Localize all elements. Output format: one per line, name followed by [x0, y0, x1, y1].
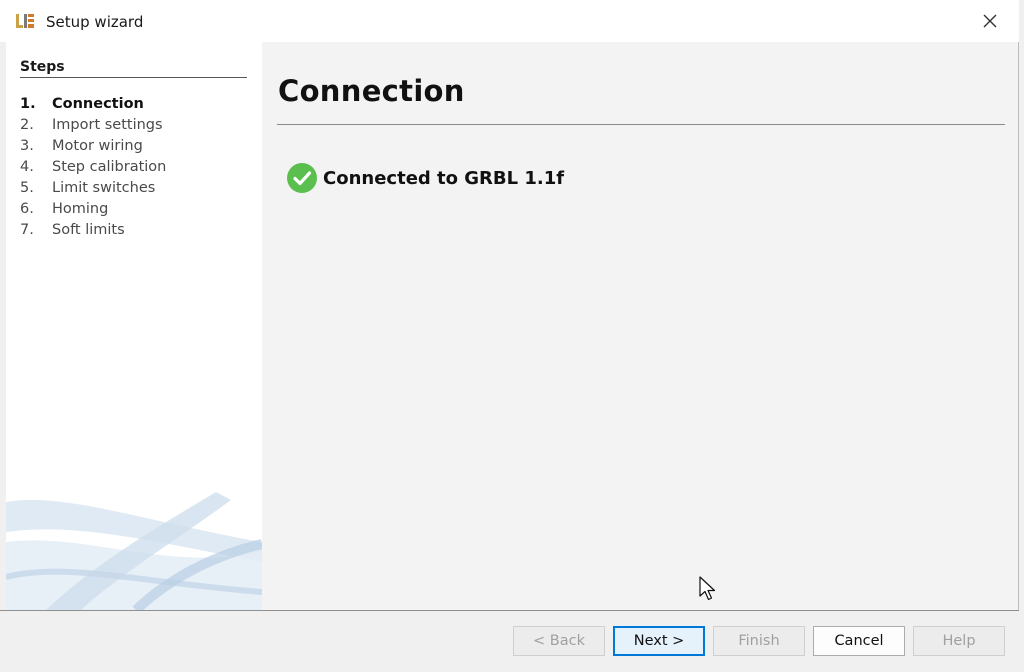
connection-status-text: Connected to GRBL 1.1f	[323, 167, 565, 189]
cancel-button[interactable]: Cancel	[813, 626, 905, 656]
back-button[interactable]: < Back	[513, 626, 605, 656]
finish-button[interactable]: Finish	[713, 626, 805, 656]
main-content: Connection Connected to GRBL 1.1f	[262, 42, 1018, 610]
next-button[interactable]: Next >	[613, 626, 705, 656]
close-button[interactable]	[977, 8, 1003, 34]
step-item-soft-limits: 7. Soft limits	[20, 222, 166, 243]
sidebar-decoration-swoosh	[6, 492, 262, 610]
title-divider	[277, 124, 1005, 125]
step-number: 7.	[20, 222, 34, 238]
step-number: 1.	[20, 96, 36, 112]
lightburn-logo-icon	[16, 14, 34, 28]
step-label: Limit switches	[52, 180, 156, 196]
step-item-limit-switches: 5. Limit switches	[20, 180, 166, 201]
step-number: 4.	[20, 159, 34, 175]
step-number: 3.	[20, 138, 34, 154]
setup-wizard-window: Setup wizard Steps 1. Connection 2. Impo…	[0, 0, 1019, 670]
close-icon	[983, 14, 997, 28]
step-item-homing: 6. Homing	[20, 201, 166, 222]
step-number: 2.	[20, 117, 34, 133]
step-label: Homing	[52, 201, 109, 217]
step-label: Soft limits	[52, 222, 125, 238]
step-number: 6.	[20, 201, 34, 217]
step-number: 5.	[20, 180, 34, 196]
step-label: Connection	[52, 96, 144, 112]
button-bar: < Back Next > Finish Cancel Help	[0, 610, 1019, 670]
check-circle-icon	[287, 163, 317, 193]
mouse-pointer-icon	[699, 576, 716, 601]
step-label: Step calibration	[52, 159, 167, 175]
step-label: Import settings	[52, 117, 163, 133]
steps-sidebar: Steps 1. Connection 2. Import settings 3…	[6, 42, 262, 610]
step-item-motor-wiring: 3. Motor wiring	[20, 138, 166, 159]
steps-list: 1. Connection 2. Import settings 3. Moto…	[20, 96, 166, 243]
steps-heading: Steps	[20, 59, 247, 78]
step-item-connection: 1. Connection	[20, 96, 166, 117]
title-bar[interactable]: Setup wizard	[0, 0, 1019, 42]
connection-status: Connected to GRBL 1.1f	[286, 162, 564, 194]
window-title: Setup wizard	[46, 13, 144, 31]
step-label: Motor wiring	[52, 138, 143, 154]
step-item-import-settings: 2. Import settings	[20, 117, 166, 138]
page-title: Connection	[278, 74, 465, 108]
help-button[interactable]: Help	[913, 626, 1005, 656]
step-item-step-calibration: 4. Step calibration	[20, 159, 166, 180]
